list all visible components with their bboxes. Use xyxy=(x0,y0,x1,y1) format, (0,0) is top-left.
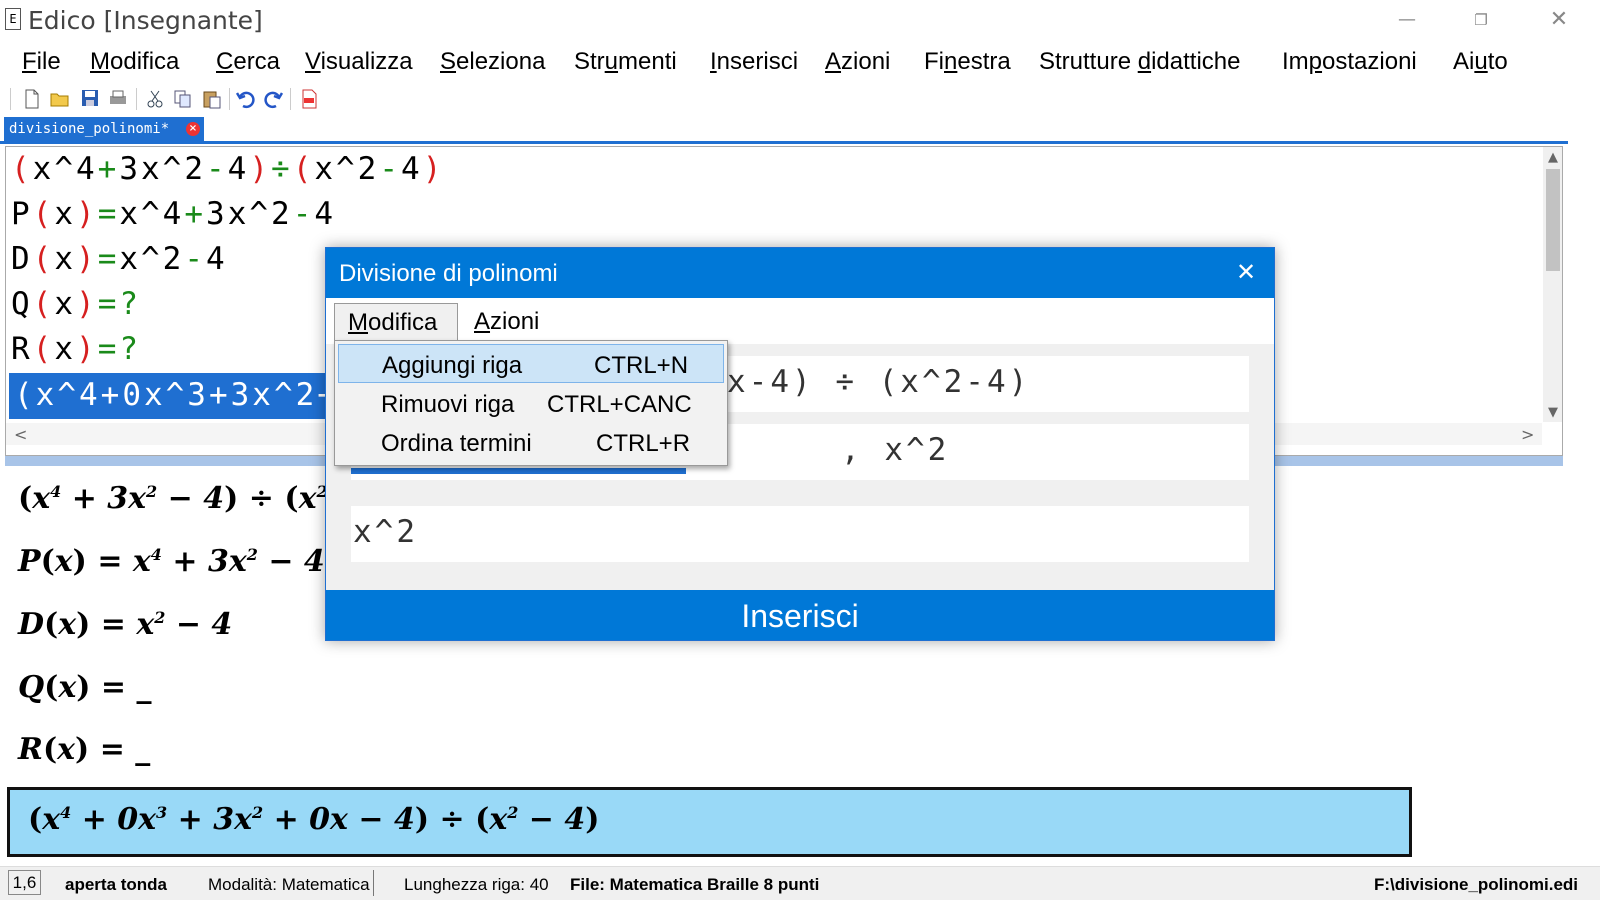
dialog-menu-modifica[interactable]: Modifica xyxy=(334,303,458,345)
editor-line: R(x)=? xyxy=(11,331,142,367)
menu-azioni[interactable]: Azioni xyxy=(825,48,890,76)
menu-finestra[interactable]: Finestra xyxy=(924,48,1011,76)
menu-cerca[interactable]: Cerca xyxy=(216,48,280,76)
tab-label: divisione_polinomi* xyxy=(9,121,170,137)
editor-line: Q(x)=? xyxy=(11,286,142,322)
menu-item-ordina-termini[interactable]: Ordina termini CTRL+R xyxy=(338,423,724,462)
modifica-dropdown-menu: Aggiungi riga CTRL+N Rimuovi riga CTRL+C… xyxy=(334,340,728,466)
window-title: Edico [Insegnante] xyxy=(28,6,263,35)
open-folder-icon[interactable] xyxy=(50,89,70,109)
term-field[interactable]: x^2 xyxy=(351,506,1249,562)
new-file-icon[interactable] xyxy=(22,89,42,109)
close-button[interactable]: ✕ xyxy=(1536,4,1582,36)
preview-current-line: (x4 + 0x3 + 3x2 + 0x − 4) ÷ (x2 − 4) xyxy=(7,787,1412,857)
undo-icon[interactable] xyxy=(235,89,256,109)
toolbar xyxy=(0,86,1600,114)
app-icon: E xyxy=(5,8,21,30)
editor-line: D(x)=x^2-4 xyxy=(11,241,228,277)
toolbar-grip xyxy=(10,88,11,110)
menu-impostazioni[interactable]: Impostazioni xyxy=(1282,48,1417,76)
preview-line: (x4 + 3x2 − 4) ÷ (x2 − xyxy=(18,481,363,516)
dialog-title-bar: Divisione di polinomi ✕ xyxy=(326,248,1274,298)
menu-visualizza[interactable]: Visualizza xyxy=(305,48,413,76)
copy-icon[interactable] xyxy=(173,89,193,109)
vertical-scrollbar[interactable]: ▲ ▼ xyxy=(1543,147,1562,422)
dialog-close-icon[interactable]: ✕ xyxy=(1236,258,1256,286)
mode-status: Modalità: Matematica xyxy=(208,875,370,894)
scroll-thumb[interactable] xyxy=(1546,169,1560,271)
print-icon[interactable] xyxy=(108,89,128,109)
menu-inserisci[interactable]: Inserisci xyxy=(710,48,798,76)
preview-line: R(x) = _ xyxy=(18,732,151,767)
minimize-button[interactable]: — xyxy=(1384,4,1430,36)
pdf-icon[interactable] xyxy=(299,89,319,109)
menu-aiuto[interactable]: Aiuto xyxy=(1453,48,1508,76)
menu-file[interactable]: File xyxy=(22,48,61,76)
scroll-up-icon[interactable]: ▲ xyxy=(1548,150,1558,165)
menu-modifica[interactable]: Modifica xyxy=(90,48,179,76)
field-selection xyxy=(351,468,686,474)
character-name: aperta tonda xyxy=(65,875,168,894)
toolbar-separator xyxy=(136,88,137,110)
toolbar-separator xyxy=(229,88,230,110)
toolbar-separator xyxy=(290,88,291,110)
scroll-right-icon[interactable]: > xyxy=(1521,425,1534,444)
maximize-button[interactable]: ❐ xyxy=(1458,4,1504,36)
scroll-left-icon[interactable]: < xyxy=(14,425,27,444)
editor-line: (x^4+3x^2-4)÷(x^2-4) xyxy=(11,151,445,187)
menu-seleziona[interactable]: Seleziona xyxy=(440,48,545,76)
cut-icon[interactable] xyxy=(145,89,165,109)
menu-item-rimuovi-riga[interactable]: Rimuovi riga CTRL+CANC xyxy=(338,384,724,423)
save-icon[interactable] xyxy=(80,89,100,109)
paste-icon[interactable] xyxy=(202,89,222,109)
preview-line: P(x) = x4 + 3x2 − 4 xyxy=(18,544,325,579)
editor-line-selected: (x^4+0x^3+3x^2+0x-4)÷(x^2-4) xyxy=(9,373,329,419)
redo-icon[interactable] xyxy=(263,89,284,109)
status-separator xyxy=(373,870,374,896)
preview-line: (x4 + 0x3 + 3x2 + 0x − 4) ÷ (x2 − 4) xyxy=(28,802,600,837)
dialog-title: Divisione di polinomi xyxy=(339,260,558,287)
scroll-down-icon[interactable]: ▼ xyxy=(1548,405,1558,420)
menu-item-aggiungi-riga[interactable]: Aggiungi riga CTRL+N xyxy=(338,344,724,383)
file-path-status: F:\divisione_polinomi.edi xyxy=(1374,875,1579,894)
menu-strumenti[interactable]: Strumenti xyxy=(574,48,677,76)
preview-line: Q(x) = _ xyxy=(18,670,152,705)
line-length-status: Lunghezza riga: 40 xyxy=(404,875,549,894)
dialog-menu-azioni[interactable]: Azioni xyxy=(474,308,539,336)
insert-button[interactable]: Inserisci xyxy=(326,590,1274,640)
menu-strutture-didattiche[interactable]: Strutture didattiche xyxy=(1039,48,1240,76)
status-bar: 1,6 aperta tonda Modalità: Matematica Lu… xyxy=(0,866,1600,900)
dialog-menu-bar: Modifica Azioni xyxy=(326,298,1274,345)
file-type-status: File: Matematica Braille 8 punti xyxy=(570,875,820,894)
menu-bar: File Modifica Cerca Visualizza Seleziona… xyxy=(0,44,1600,82)
editor-line: P(x)=x^4+3x^2-4 xyxy=(11,196,337,232)
cursor-position: 1,6 xyxy=(8,870,41,895)
tab-strip xyxy=(0,141,1568,144)
preview-line: D(x) = x2 − 4 xyxy=(18,607,233,642)
tab-divisione-polinomi[interactable]: divisione_polinomi* × xyxy=(4,117,204,141)
title-bar: E Edico [Insegnante] — ❐ ✕ xyxy=(0,0,1600,42)
tab-close-icon[interactable]: × xyxy=(186,122,200,136)
